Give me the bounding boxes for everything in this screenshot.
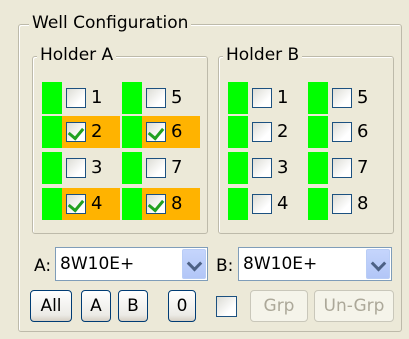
well-checkbox[interactable] (146, 88, 166, 108)
holder-b-well-6[interactable]: 6 (308, 116, 390, 148)
group-button[interactable]: Grp (250, 290, 308, 322)
select-b-button[interactable]: B (118, 290, 148, 322)
status-led (122, 152, 142, 184)
well-checkbox[interactable] (146, 122, 166, 142)
holder-a-well-3[interactable]: 3 (42, 152, 124, 184)
well-checkbox[interactable] (66, 158, 86, 178)
holder-a-well-2[interactable]: 2 (42, 116, 124, 148)
holder-b-type-value: 8W10E+ (243, 254, 318, 274)
well-number: 6 (357, 121, 369, 142)
select-a-button[interactable]: A (81, 290, 111, 322)
well-number: 2 (277, 121, 289, 142)
holder-a-well-6[interactable]: 6 (122, 116, 204, 148)
well-number: 6 (171, 121, 183, 142)
well-checkbox[interactable] (66, 194, 86, 214)
well-checkbox[interactable] (332, 194, 352, 214)
select-all-button[interactable]: All (30, 290, 72, 322)
clear-selection-button[interactable]: 0 (168, 290, 196, 322)
well-checkbox[interactable] (332, 158, 352, 178)
status-led (228, 82, 248, 114)
well-number: 7 (171, 157, 183, 178)
well-checkbox[interactable] (252, 158, 272, 178)
well-checkbox[interactable] (146, 194, 166, 214)
status-led (308, 152, 328, 184)
status-led (308, 116, 328, 148)
group-checkbox[interactable] (216, 296, 237, 317)
combo-b-label: B: (216, 256, 234, 276)
holder-a-well-7[interactable]: 7 (122, 152, 204, 184)
status-led (42, 188, 62, 220)
well-checkbox[interactable] (146, 158, 166, 178)
chevron-down-icon[interactable] (366, 249, 390, 279)
well-checkbox[interactable] (332, 122, 352, 142)
well-checkbox[interactable] (66, 122, 86, 142)
holder-b-well-4[interactable]: 4 (228, 188, 310, 220)
holder-b-well-1[interactable]: 1 (228, 82, 310, 114)
status-led (122, 116, 142, 148)
status-led (308, 82, 328, 114)
holder-a-type-select[interactable]: 8W10E+ (55, 247, 208, 281)
status-led (228, 116, 248, 148)
holder-b-well-2[interactable]: 2 (228, 116, 310, 148)
well-checkbox[interactable] (252, 88, 272, 108)
well-number: 3 (277, 157, 289, 178)
well-number: 1 (91, 87, 103, 108)
well-checkbox[interactable] (252, 194, 272, 214)
well-configuration-title: Well Configuration (29, 13, 192, 33)
well-configuration-panel: Well Configuration Holder A Holder B 1 5… (0, 0, 409, 339)
well-number: 4 (277, 193, 289, 214)
holder-b-title: Holder B (223, 45, 303, 65)
well-number: 5 (171, 87, 183, 108)
holder-a-well-4[interactable]: 4 (42, 188, 124, 220)
status-led (228, 188, 248, 220)
well-checkbox[interactable] (332, 88, 352, 108)
holder-a-title: Holder A (37, 45, 117, 65)
status-led (228, 152, 248, 184)
combo-a-label: A: (34, 256, 52, 276)
holder-b-well-8[interactable]: 8 (308, 188, 390, 220)
holder-b-well-7[interactable]: 7 (308, 152, 390, 184)
status-led (42, 152, 62, 184)
holder-a-well-5[interactable]: 5 (122, 82, 204, 114)
holder-b-well-3[interactable]: 3 (228, 152, 310, 184)
well-number: 1 (277, 87, 289, 108)
holder-a-type-value: 8W10E+ (60, 254, 135, 274)
well-number: 5 (357, 87, 369, 108)
holder-a-well-8[interactable]: 8 (122, 188, 204, 220)
well-number: 2 (91, 121, 103, 142)
well-number: 4 (91, 193, 103, 214)
status-led (308, 188, 328, 220)
status-led (42, 116, 62, 148)
well-number: 8 (171, 193, 183, 214)
holder-a-well-1[interactable]: 1 (42, 82, 124, 114)
well-number: 8 (357, 193, 369, 214)
holder-b-type-select[interactable]: 8W10E+ (238, 247, 392, 281)
well-number: 3 (91, 157, 103, 178)
ungroup-button[interactable]: Un-Grp (314, 290, 394, 322)
well-checkbox[interactable] (252, 122, 272, 142)
well-checkbox[interactable] (66, 88, 86, 108)
well-number: 7 (357, 157, 369, 178)
status-led (42, 82, 62, 114)
status-led (122, 188, 142, 220)
holder-b-well-5[interactable]: 5 (308, 82, 390, 114)
chevron-down-icon[interactable] (182, 249, 206, 279)
status-led (122, 82, 142, 114)
